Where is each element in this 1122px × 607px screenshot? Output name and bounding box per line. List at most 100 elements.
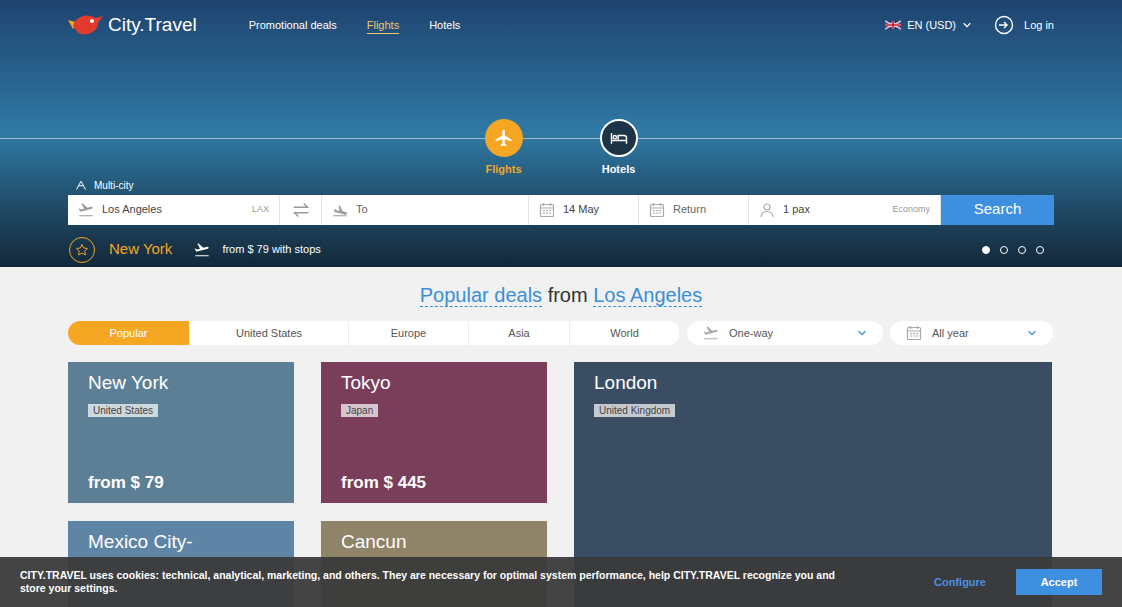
region-tab[interactable]: Asia [469,321,570,345]
person-icon [759,202,775,218]
search-bar: LAX 14 May 1 pax Economy Search [68,195,1054,225]
region-tab[interactable]: Popular [68,321,190,345]
tab-label[interactable]: Asia [508,325,529,342]
region-tab[interactable]: World [570,321,680,345]
star-icon [75,243,89,257]
airplane-icon [494,128,514,148]
divider-line [0,138,1122,139]
bed-icon [609,128,629,148]
bird-logo-icon [68,11,104,39]
swap-arrows-icon [290,199,312,221]
language-selector[interactable]: EN (USD) [885,17,972,34]
login-button[interactable]: Log in [994,15,1054,35]
tab-label[interactable]: United States [236,325,302,342]
calendar-icon [539,202,555,218]
takeoff-icon [194,242,210,258]
nav-link[interactable]: Flights [367,17,399,34]
airport-code: LAX [252,203,269,217]
depart-date[interactable]: 14 May [563,201,599,218]
return-input[interactable] [673,201,738,218]
search-button[interactable]: Search [941,195,1054,225]
deals-heading: Popular deals from Los Angeles [0,267,1122,307]
search-modes: Flights Hotels [0,119,1122,178]
slide-dot[interactable] [1000,246,1008,254]
cookie-banner: CITY.TRAVEL uses cookies: technical, ana… [0,557,1122,607]
origin-field[interactable]: LAX [68,195,280,225]
depart-field[interactable]: 14 May [529,195,639,225]
card-price[interactable]: from $ 445 [341,470,527,496]
destination-field[interactable] [322,195,529,225]
country-tag: United Kingdom [594,404,675,417]
region-tab[interactable]: United States [190,321,349,345]
mode-tab[interactable]: Hotels [589,119,649,178]
swap-button[interactable] [280,195,322,225]
star-badge [69,237,95,263]
chevron-down-icon [1027,328,1037,338]
multi-city-link[interactable]: Multi-city [0,178,1122,193]
card-city[interactable]: London [594,372,1032,394]
logo[interactable]: City.Travel [68,11,197,40]
deal-card[interactable]: Tokyo Japan from $ 445 [321,362,547,503]
card-city[interactable]: New York [88,372,274,394]
region-tabs: Popular United States Europe Asia World [68,321,680,345]
tab-label[interactable]: World [610,325,639,342]
nav-link[interactable]: Promotional deals [249,17,337,34]
slide-dot[interactable] [1036,246,1044,254]
login-label[interactable]: Log in [1024,17,1054,34]
takeoff-icon [78,202,94,218]
header: City.Travel Promotional deals Flights Hotel… [0,0,1122,50]
mode-label[interactable]: Flights [485,161,521,178]
card-price[interactable]: from $ 79 [88,470,274,496]
login-icon [994,15,1014,35]
language-label[interactable]: EN (USD) [907,17,956,34]
mode-label[interactable]: Hotels [602,161,636,178]
promo-row: New York from $ 79 with stops [0,237,1122,263]
return-field[interactable] [639,195,749,225]
logo-text[interactable]: City.Travel [108,11,197,40]
trip-type-dropdown-value[interactable]: One-way [729,325,773,342]
mode-circle[interactable] [600,119,638,157]
multi-city-icon [74,179,88,191]
mode-tab[interactable]: Flights [474,119,534,178]
cookie-text: CITY.TRAVEL uses cookies: technical, ana… [20,569,860,595]
deal-card[interactable]: New York United States from $ 79 [68,362,294,503]
accept-button[interactable]: Accept [1016,569,1102,595]
origin-input[interactable] [102,201,244,218]
trip-type-dropdown[interactable]: One-way [687,321,883,345]
passengers-field[interactable]: 1 pax Economy [749,195,941,225]
chevron-down-icon [857,328,867,338]
chevron-down-icon [962,20,972,30]
card-city[interactable]: Mexico City- [88,531,274,553]
main-nav: Promotional deals Flights Hotels [249,17,461,34]
tab-label[interactable]: Popular [110,325,148,342]
promo-price[interactable]: from $ 79 with stops [222,241,320,258]
mode-circle[interactable] [485,119,523,157]
hero-banner: City.Travel Promotional deals Flights Hotel… [0,0,1122,267]
destination-input[interactable] [356,201,518,218]
card-city[interactable]: Cancun [341,531,527,553]
heading-city-link[interactable]: Los Angeles [593,284,702,307]
nav-link[interactable]: Hotels [429,17,460,34]
heading-link[interactable]: Popular deals [420,284,542,307]
card-city[interactable]: Tokyo [341,372,527,394]
calendar-icon [906,325,922,341]
country-tag: United States [88,404,158,417]
multi-city-label[interactable]: Multi-city [94,178,133,193]
landing-icon [332,202,348,218]
slide-dot[interactable] [1018,246,1026,254]
heading-text: from [548,284,588,306]
cabin-class[interactable]: Economy [892,203,930,217]
country-tag: Japan [341,404,378,417]
promo-city[interactable]: New York [109,238,172,261]
passengers-value[interactable]: 1 pax [783,201,810,218]
slide-dot[interactable] [982,246,990,254]
uk-flag-icon [885,20,901,30]
takeoff-icon [703,325,719,341]
slide-dots [982,246,1044,254]
tab-label[interactable]: Europe [391,325,426,342]
period-dropdown-value[interactable]: All year [932,325,969,342]
region-tab[interactable]: Europe [349,321,469,345]
filter-row: Popular United States Europe Asia World One-w… [0,321,1122,345]
period-dropdown[interactable]: All year [890,321,1053,345]
configure-link[interactable]: Configure [934,574,986,591]
